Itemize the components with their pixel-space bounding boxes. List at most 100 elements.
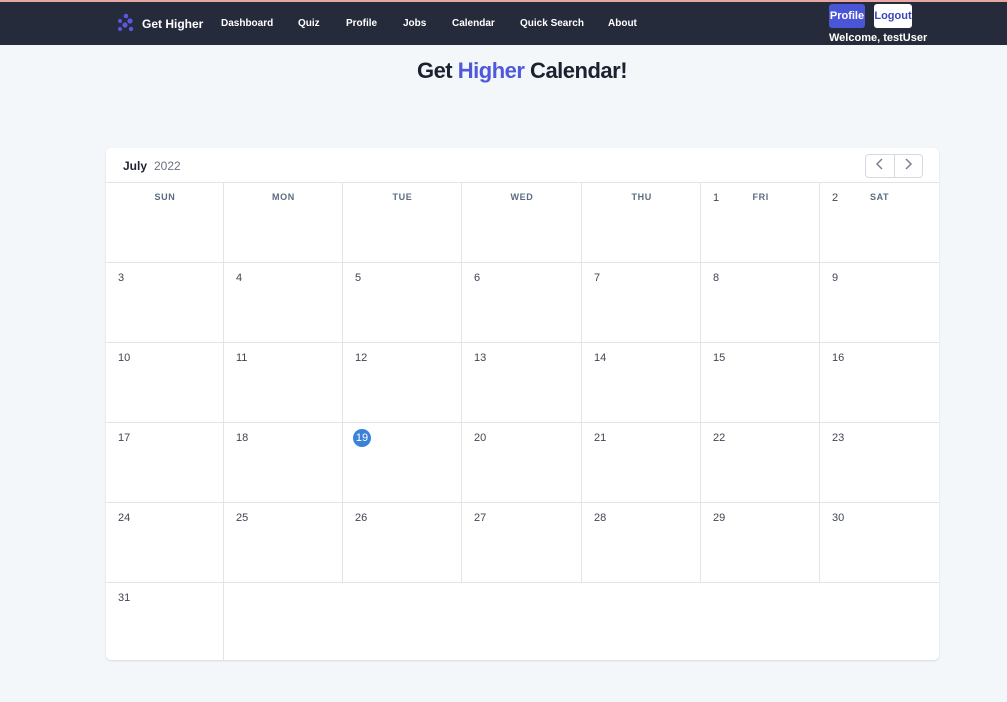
nav-link-quiz[interactable]: Quiz	[298, 18, 320, 29]
day-cell[interactable]: 13	[462, 343, 582, 423]
day-number: 13	[474, 352, 487, 364]
day-cell[interactable]: 8	[701, 263, 820, 343]
day-number: 20	[474, 432, 487, 444]
day-cell[interactable]: SAT 2	[820, 183, 939, 263]
nav-link-calendar[interactable]: Calendar	[452, 18, 495, 29]
day-number: 24	[118, 512, 131, 524]
brand-logo-icon	[116, 13, 142, 36]
day-number: 5	[355, 272, 362, 284]
month-nav	[865, 154, 923, 178]
day-number: 8	[713, 272, 720, 284]
day-cell[interactable]: 29	[701, 503, 820, 583]
day-cell[interactable]: TUE	[343, 183, 462, 263]
day-cell[interactable]: 28	[582, 503, 701, 583]
day-cell[interactable]: 5	[343, 263, 462, 343]
calendar: July 2022 SUN MON TUE WED THU FRI 1 SAT 2 3 4 5 6 7 8 9…	[106, 148, 939, 660]
weekday-label: FRI	[752, 192, 769, 202]
page-title-accent: Higher	[457, 58, 525, 83]
day-cell[interactable]: 9	[820, 263, 939, 343]
day-cell[interactable]: 23	[820, 423, 939, 503]
day-cell[interactable]	[224, 583, 939, 660]
day-cell[interactable]: 21	[582, 423, 701, 503]
day-number: 11	[236, 352, 248, 364]
day-cell[interactable]: 4	[224, 263, 343, 343]
day-number: 29	[713, 512, 726, 524]
day-cell[interactable]: 15	[701, 343, 820, 423]
day-cell[interactable]: MON	[224, 183, 343, 263]
weekday-label: SUN	[154, 192, 176, 202]
day-number: 17	[118, 432, 131, 444]
day-cell[interactable]: 27	[462, 503, 582, 583]
day-number: 14	[594, 352, 607, 364]
day-cell[interactable]: 14	[582, 343, 701, 423]
nav-link-quick-search[interactable]: Quick Search	[520, 18, 584, 29]
day-number: 7	[594, 272, 601, 284]
day-cell[interactable]: 6	[462, 263, 582, 343]
page-title-part2: Calendar!	[524, 58, 628, 83]
day-number: 18	[236, 432, 249, 444]
nav-link-profile[interactable]: Profile	[346, 18, 377, 29]
nav-link-jobs[interactable]: Jobs	[403, 18, 426, 29]
day-cell[interactable]: 18	[224, 423, 343, 503]
day-cell[interactable]: 19	[343, 423, 462, 503]
weekday-label: THU	[631, 192, 652, 202]
day-cell[interactable]: THU	[582, 183, 701, 263]
today-date: 19	[353, 429, 371, 447]
page-title-part1: Get	[416, 58, 458, 83]
day-cell[interactable]: FRI 1	[701, 183, 820, 263]
day-cell[interactable]: 17	[106, 423, 224, 503]
day-cell[interactable]: 11	[224, 343, 343, 423]
day-number: 21	[594, 432, 607, 444]
calendar-month: July	[123, 159, 148, 173]
brand-name: Get Higher	[142, 17, 204, 31]
day-cell[interactable]: 12	[343, 343, 462, 423]
day-number: 30	[832, 512, 845, 524]
day-number: 4	[236, 272, 243, 284]
day-cell[interactable]: 30	[820, 503, 939, 583]
weekday-label: WED	[510, 192, 534, 202]
chevron-left-icon	[875, 157, 885, 175]
day-number: 1	[713, 192, 720, 204]
weekday-label: SAT	[870, 192, 890, 202]
day-number: 23	[832, 432, 845, 444]
day-number: 28	[594, 512, 607, 524]
nav-link-dashboard[interactable]: Dashboard	[221, 18, 273, 29]
welcome-text: Welcome, testUser	[829, 32, 928, 44]
calendar-year: 2022	[154, 159, 181, 173]
navbar: Get Higher Dashboard Quiz Profile Jobs C…	[0, 2, 1007, 45]
weekday-label: TUE	[392, 192, 413, 202]
profile-button[interactable]: Profile	[829, 4, 865, 28]
day-cell[interactable]: 3	[106, 263, 224, 343]
day-cell[interactable]: 20	[462, 423, 582, 503]
day-cell[interactable]: 10	[106, 343, 224, 423]
page-title: Get Higher Calendar!	[0, 58, 1007, 84]
day-number: 22	[713, 432, 726, 444]
day-number: 26	[355, 512, 368, 524]
day-number: 9	[832, 272, 839, 284]
day-cell[interactable]: 26	[343, 503, 462, 583]
day-cell[interactable]: WED	[462, 183, 582, 263]
day-number: 15	[713, 352, 726, 364]
day-number: 12	[355, 352, 368, 364]
weekday-label: MON	[272, 192, 295, 202]
day-number: 10	[118, 352, 131, 364]
chevron-right-icon	[903, 157, 913, 175]
logout-button[interactable]: Logout	[874, 4, 912, 28]
day-cell[interactable]: SUN	[106, 183, 224, 263]
day-number: 6	[474, 272, 481, 284]
day-cell[interactable]: 25	[224, 503, 343, 583]
day-number: 27	[474, 512, 487, 524]
next-month-button[interactable]	[893, 155, 923, 177]
day-number: 25	[236, 512, 249, 524]
brand[interactable]: Get Higher	[116, 13, 203, 35]
day-cell[interactable]: 24	[106, 503, 224, 583]
previous-month-button[interactable]	[866, 155, 894, 177]
day-number: 2	[832, 192, 839, 204]
day-cell[interactable]: 7	[582, 263, 701, 343]
nav-link-about[interactable]: About	[608, 18, 637, 29]
day-cell[interactable]: 22	[701, 423, 820, 503]
calendar-header: July 2022	[106, 148, 939, 183]
day-cell[interactable]: 31	[106, 583, 224, 660]
day-number: 3	[118, 272, 125, 284]
day-cell[interactable]: 16	[820, 343, 939, 423]
